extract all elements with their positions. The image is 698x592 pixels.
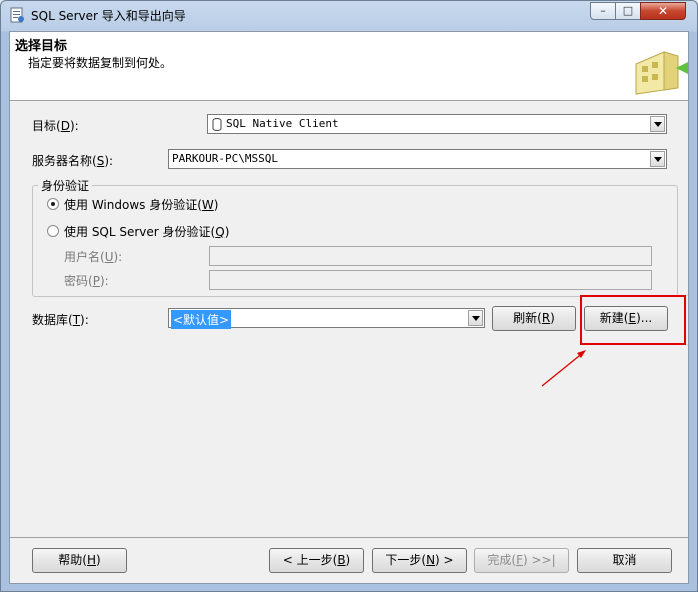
sql-auth-label[interactable]: 使用 SQL Server 身份验证(Q): [64, 223, 229, 240]
annotation-arrow-icon: [541, 350, 586, 387]
minimize-button[interactable]: –: [590, 2, 616, 20]
app-icon: [10, 7, 24, 23]
maximize-button[interactable]: □: [615, 2, 641, 20]
wizard-header: 选择目标 指定要将数据复制到何处。: [10, 32, 688, 101]
destination-label: 目标(D):: [32, 119, 79, 133]
destination-value: SQL Native Client: [226, 117, 339, 130]
window-title: SQL Server 导入和导出向导: [31, 9, 186, 23]
server-combo[interactable]: PARKOUR-PC\MSSQL: [168, 149, 667, 169]
windows-auth-radio[interactable]: [47, 198, 59, 210]
sql-auth-radio[interactable]: [47, 225, 59, 237]
finish-button[interactable]: 完成(F) >>|: [474, 548, 569, 573]
chevron-down-icon[interactable]: [650, 116, 665, 132]
server-label: 服务器名称(S):: [32, 154, 114, 168]
server-value: PARKOUR-PC\MSSQL: [172, 152, 278, 165]
database-combo[interactable]: <默认值>: [168, 308, 485, 329]
auth-group-legend: 身份验证: [38, 177, 93, 194]
title-bar[interactable]: SQL Server 导入和导出向导 – □ ✕: [1, 1, 698, 29]
next-button[interactable]: 下一步(N) >: [372, 548, 467, 573]
annotation-highlight-box: [580, 295, 686, 345]
chevron-down-icon[interactable]: [468, 310, 483, 326]
help-button[interactable]: 帮助(H): [32, 548, 127, 573]
close-button[interactable]: ✕: [640, 2, 686, 20]
wizard-window: SQL Server 导入和导出向导 – □ ✕ 选择目标 指定要将数据复制到何…: [0, 0, 698, 592]
cancel-button[interactable]: 取消: [577, 548, 672, 573]
username-label: 用户名(U):: [64, 250, 123, 264]
username-input[interactable]: [209, 246, 652, 266]
destination-combo[interactable]: SQL Native Client: [207, 114, 667, 134]
page-title: 选择目标: [15, 39, 68, 54]
back-button[interactable]: < 上一步(B): [269, 548, 364, 573]
page-subtitle: 指定要将数据复制到何处。: [28, 56, 173, 70]
wizard-graphic-icon: [635, 51, 688, 95]
password-label: 密码(P):: [64, 274, 109, 288]
windows-auth-label[interactable]: 使用 Windows 身份验证(W): [64, 196, 218, 213]
database-value: <默认值>: [171, 310, 232, 329]
password-input[interactable]: [209, 270, 652, 290]
database-icon: [212, 118, 222, 131]
footer-divider: [10, 537, 688, 538]
database-label: 数据库(T):: [32, 313, 89, 327]
refresh-button[interactable]: 刷新(R): [492, 306, 576, 331]
wizard-client: 选择目标 指定要将数据复制到何处。 目标(D): SQL Native Clie…: [9, 31, 689, 584]
chevron-down-icon[interactable]: [650, 151, 665, 167]
